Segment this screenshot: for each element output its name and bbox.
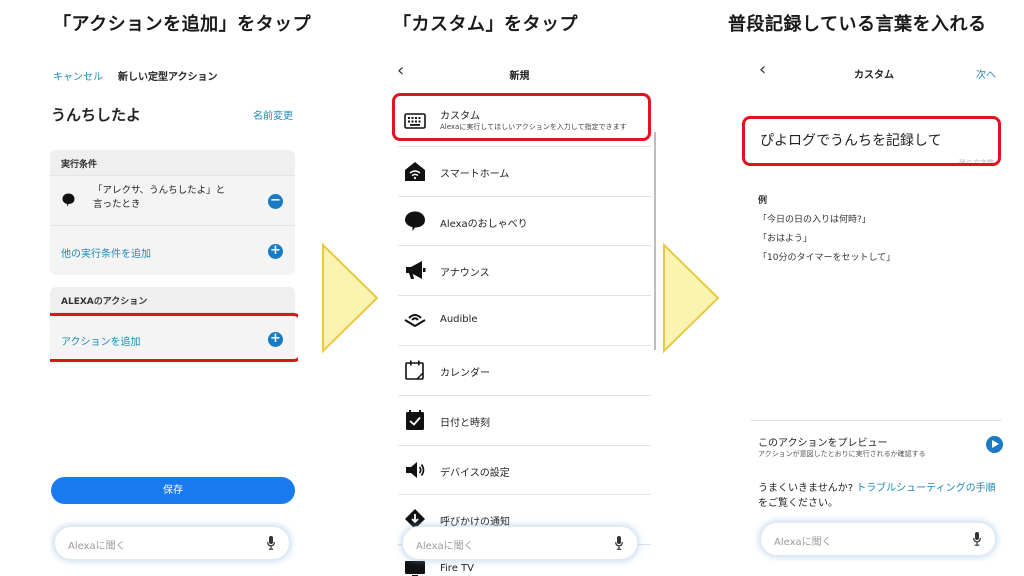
audible-icon xyxy=(404,314,426,328)
microphone-icon[interactable] xyxy=(615,536,623,550)
highlight-add-action xyxy=(50,313,298,362)
save-button[interactable]: 保存 xyxy=(51,477,295,504)
new-routine-screen: キャンセル 新しい定型アクション うんちしたよ 名前変更 実行条件 「アレクサ、… xyxy=(50,50,298,576)
speech-bubble-icon xyxy=(62,193,75,207)
example-item: 「おはよう」 xyxy=(758,234,813,244)
speaker-icon xyxy=(406,461,425,478)
list-item-label: Alexaのおしゃべり xyxy=(440,218,528,230)
highlight-input xyxy=(742,116,1001,166)
list-item-label: デバイスの設定 xyxy=(440,467,510,479)
ask-alexa-placeholder: Alexaに聞く xyxy=(68,541,126,552)
ask-alexa-bar[interactable]: Alexaに聞く xyxy=(54,526,290,560)
speech-bubble-icon xyxy=(405,211,425,231)
divider xyxy=(750,420,1002,421)
microphone-icon[interactable] xyxy=(267,536,275,550)
list-item-date-time[interactable]: 日付と時刻 xyxy=(398,396,651,446)
trigger-card: 実行条件 「アレクサ、うんちしたよ」と 言ったとき − 他の実行条件を追加 + xyxy=(50,150,295,275)
cancel-button[interactable]: キャンセル xyxy=(53,68,103,83)
step2-heading: 「カスタム」をタップ xyxy=(393,14,578,35)
custom-action-screen: ‹ カスタム 次へ ぴよログでうんちを記録して 残り文字数 例 「今日の日の入り… xyxy=(724,50,1024,576)
add-trigger-plus-icon[interactable]: + xyxy=(268,244,283,259)
trigger-phrase-line1: 「アレクサ、うんちしたよ」と xyxy=(93,185,226,196)
troubleshooting-link[interactable]: トラブルシューティングの手順 xyxy=(856,483,995,494)
calendar-icon xyxy=(405,360,424,380)
tv-icon xyxy=(405,561,425,576)
list-item-label: Audible xyxy=(440,314,478,326)
screen-title: 新規 xyxy=(509,71,530,82)
list-item-label: 日付と時刻 xyxy=(440,417,490,429)
ask-alexa-bar[interactable]: Alexaに聞く xyxy=(760,522,996,556)
action-header: ALEXAのアクション xyxy=(61,297,148,307)
trigger-row[interactable]: 「アレクサ、うんちしたよ」と 言ったとき − xyxy=(50,175,295,225)
next-step-arrow-icon xyxy=(320,242,380,354)
action-type-list: カスタム Alexaに実行してほしいアクションを入力して指定できます スマートホ… xyxy=(398,97,651,576)
next-step-arrow-icon xyxy=(661,242,721,354)
list-item-label: スマートホーム xyxy=(440,168,510,180)
add-trigger-link[interactable]: 他の実行条件を追加 xyxy=(61,245,151,260)
top-bar: キャンセル 新しい定型アクション xyxy=(50,68,298,88)
ask-alexa-placeholder: Alexaに聞く xyxy=(416,541,474,552)
help-prefix: うまくいきませんか? xyxy=(758,483,857,494)
tutorial-figure: 「アクションを追加」をタップ 「カスタム」をタップ 普段記録している言葉を入れる… xyxy=(0,0,1024,576)
scrollbar[interactable] xyxy=(654,132,656,350)
smart-home-icon xyxy=(405,161,425,181)
list-item-label: カレンダー xyxy=(440,367,490,379)
date-time-icon xyxy=(406,409,424,430)
remove-trigger-button[interactable]: − xyxy=(268,194,283,209)
routine-name: うんちしたよ xyxy=(51,106,142,124)
list-item-label: Fire TV xyxy=(440,563,474,575)
ask-alexa-bar[interactable]: Alexaに聞く xyxy=(402,526,638,560)
list-item-device-settings[interactable]: デバイスの設定 xyxy=(398,446,651,496)
example-item: 「10分のタイマーをセットして」 xyxy=(758,253,896,263)
step1-heading: 「アクションを追加」をタップ xyxy=(53,14,312,35)
ask-alexa-placeholder: Alexaに聞く xyxy=(774,537,832,548)
step3-heading: 普段記録している言葉を入れる xyxy=(728,14,987,35)
list-item-alexa-talk[interactable]: Alexaのおしゃべり xyxy=(398,197,651,247)
examples-title: 例 xyxy=(758,196,768,206)
list-item-calendar[interactable]: カレンダー xyxy=(398,346,651,396)
megaphone-icon xyxy=(406,261,426,280)
troubleshooting-text: うまくいきませんか? トラブルシューティングの手順 をご覧ください。 xyxy=(758,481,1008,511)
list-item-label: アナウンス xyxy=(440,268,490,280)
add-trigger-row[interactable]: 他の実行条件を追加 + xyxy=(50,225,295,275)
preview-title[interactable]: このアクションをプレビュー xyxy=(758,434,888,449)
help-suffix: をご覧ください。 xyxy=(758,498,838,509)
microphone-icon[interactable] xyxy=(973,532,981,546)
trigger-header: 実行条件 xyxy=(61,160,98,170)
trigger-phrase-line2: 言ったとき xyxy=(93,199,141,210)
next-button[interactable]: 次へ xyxy=(976,66,996,81)
list-item-announcement[interactable]: アナウンス xyxy=(398,246,651,297)
play-icon[interactable] xyxy=(986,436,1003,453)
list-item-smart-home[interactable]: スマートホーム xyxy=(398,147,651,197)
new-action-screen: ‹ 新規 カスタム Alexaに実行してほしいアクションを入力して指定できます xyxy=(392,50,657,576)
preview-description: アクションが意図したとおりに実行されるか確認する xyxy=(758,450,926,458)
highlight-custom xyxy=(392,93,651,141)
screen-title: 新しい定型アクション xyxy=(118,72,218,83)
rename-button[interactable]: 名前変更 xyxy=(253,107,293,122)
example-item: 「今日の日の入りは何時?」 xyxy=(758,215,871,225)
list-item-audible[interactable]: Audible xyxy=(398,296,651,346)
